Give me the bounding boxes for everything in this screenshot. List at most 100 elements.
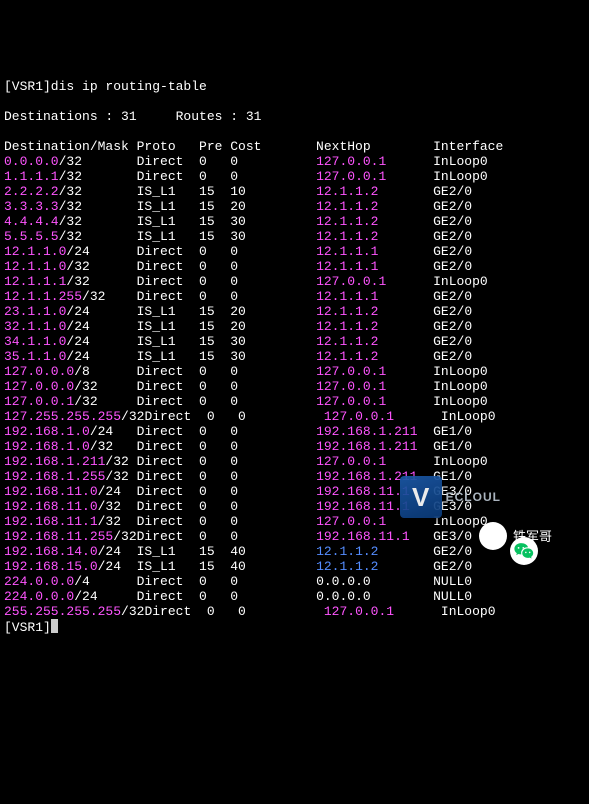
route-row: 192.168.11.0/32 Direct 0 0 192.168.11.1 … <box>4 499 589 514</box>
dest-ip: 127.0.0.0 <box>4 379 74 394</box>
dest-mask: /24 <box>90 424 113 439</box>
route-row: 35.1.1.0/24 IS_L1 15 30 12.1.1.2 GE2/0 <box>4 349 589 364</box>
dest-mask: /4 <box>74 574 90 589</box>
route-row: 127.0.0.0/8 Direct 0 0 127.0.0.1 InLoop0 <box>4 364 589 379</box>
cursor <box>51 619 58 633</box>
dest-ip: 5.5.5.5 <box>4 229 59 244</box>
route-row: 34.1.1.0/24 IS_L1 15 30 12.1.1.2 GE2/0 <box>4 334 589 349</box>
dest-ip: 255.255.255.255 <box>4 604 121 619</box>
dest-mask: /32 <box>82 289 105 304</box>
dest-mask: /32 <box>121 604 144 619</box>
route-row: 224.0.0.0/24 Direct 0 0 0.0.0.0 NULL0 <box>4 589 589 604</box>
route-row: 192.168.1.211/32 Direct 0 0 127.0.0.1 In… <box>4 454 589 469</box>
nexthop: 127.0.0.1 <box>316 379 386 394</box>
nexthop: 12.1.1.2 <box>316 199 378 214</box>
dest-mask: /32 <box>59 184 82 199</box>
command-line: [VSR1]dis ip routing-table <box>4 79 589 94</box>
nexthop: 12.1.1.1 <box>316 289 378 304</box>
route-row: 224.0.0.0/4 Direct 0 0 0.0.0.0 NULL0 <box>4 574 589 589</box>
dest-mask: /32 <box>98 514 121 529</box>
route-row: 192.168.11.1/32 Direct 0 0 127.0.0.1 InL… <box>4 514 589 529</box>
nexthop: 127.0.0.1 <box>316 169 386 184</box>
route-row: 192.168.1.0/24 Direct 0 0 192.168.1.211 … <box>4 424 589 439</box>
dest-mask: /24 <box>98 484 121 499</box>
dest-mask: /32 <box>59 214 82 229</box>
dest-ip: 192.168.1.0 <box>4 424 90 439</box>
route-row: 1.1.1.1/32 Direct 0 0 127.0.0.1 InLoop0 <box>4 169 589 184</box>
nexthop: 127.0.0.1 <box>324 604 394 619</box>
blank-line <box>4 94 589 109</box>
nexthop: 12.1.1.2 <box>316 559 378 574</box>
nexthop: 12.1.1.2 <box>316 319 378 334</box>
dest-ip: 23.1.1.0 <box>4 304 66 319</box>
dest-mask: /24 <box>66 244 89 259</box>
nexthop: 12.1.1.2 <box>316 334 378 349</box>
dest-mask: /24 <box>66 319 89 334</box>
dest-ip: 192.168.14.0 <box>4 544 98 559</box>
dest-mask: /24 <box>74 589 97 604</box>
nexthop: 12.1.1.2 <box>316 214 378 229</box>
dest-mask: /8 <box>74 364 90 379</box>
route-row: 32.1.1.0/24 IS_L1 15 20 12.1.1.2 GE2/0 <box>4 319 589 334</box>
dest-ip: 192.168.11.0 <box>4 499 98 514</box>
nexthop: 192.168.11.1 <box>316 484 410 499</box>
dest-ip: 12.1.1.255 <box>4 289 82 304</box>
dest-mask: /32 <box>105 469 128 484</box>
dest-mask: /32 <box>121 409 144 424</box>
dest-mask: /32 <box>59 229 82 244</box>
nexthop: 12.1.1.1 <box>316 244 378 259</box>
table-header: Destination/Mask Proto Pre Cost NextHop … <box>4 139 589 154</box>
dest-ip: 224.0.0.0 <box>4 574 74 589</box>
route-row: 192.168.14.0/24 IS_L1 15 40 12.1.1.2 GE2… <box>4 544 589 559</box>
route-row: 192.168.11.255/32Direct 0 0 192.168.11.1… <box>4 529 589 544</box>
dest-mask: /32 <box>59 199 82 214</box>
route-row: 127.255.255.255/32Direct 0 0 127.0.0.1 I… <box>4 409 589 424</box>
dest-mask: /32 <box>74 394 97 409</box>
prompt-line[interactable]: [VSR1] <box>4 619 589 635</box>
route-row: 192.168.15.0/24 IS_L1 15 40 12.1.1.2 GE2… <box>4 559 589 574</box>
nexthop: 0.0.0.0 <box>316 589 371 604</box>
nexthop: 12.1.1.1 <box>316 259 378 274</box>
terminal-output: { "prompt_prefix": "[VSR1]", "command": … <box>4 19 589 725</box>
route-row: 3.3.3.3/32 IS_L1 15 20 12.1.1.2 GE2/0 <box>4 199 589 214</box>
route-row: 192.168.11.0/24 Direct 0 0 192.168.11.1 … <box>4 484 589 499</box>
nexthop: 12.1.1.2 <box>316 184 378 199</box>
dest-ip: 192.168.1.211 <box>4 454 105 469</box>
route-row: 12.1.1.1/32 Direct 0 0 127.0.0.1 InLoop0 <box>4 274 589 289</box>
dest-ip: 127.0.0.1 <box>4 394 74 409</box>
dest-ip: 192.168.11.0 <box>4 484 98 499</box>
route-row: 23.1.1.0/24 IS_L1 15 20 12.1.1.2 GE2/0 <box>4 304 589 319</box>
nexthop: 127.0.0.1 <box>316 154 386 169</box>
route-row: 255.255.255.255/32Direct 0 0 127.0.0.1 I… <box>4 604 589 619</box>
dest-ip: 12.1.1.0 <box>4 259 66 274</box>
summary-line: Destinations : 31 Routes : 31 <box>4 109 589 124</box>
dest-ip: 12.1.1.1 <box>4 274 66 289</box>
nexthop: 192.168.1.211 <box>316 469 417 484</box>
dest-ip: 12.1.1.0 <box>4 244 66 259</box>
dest-mask: /24 <box>98 544 121 559</box>
dest-ip: 192.168.1.0 <box>4 439 90 454</box>
dest-ip: 127.0.0.0 <box>4 364 74 379</box>
dest-ip: 127.255.255.255 <box>4 409 121 424</box>
dest-mask: /32 <box>98 499 121 514</box>
route-row: 12.1.1.255/32 Direct 0 0 12.1.1.1 GE2/0 <box>4 289 589 304</box>
nexthop: 0.0.0.0 <box>316 574 371 589</box>
dest-mask: /32 <box>66 259 89 274</box>
dest-ip: 4.4.4.4 <box>4 214 59 229</box>
blank-line <box>4 124 589 139</box>
nexthop: 127.0.0.1 <box>316 274 386 289</box>
route-row: 192.168.1.255/32 Direct 0 0 192.168.1.21… <box>4 469 589 484</box>
dest-ip: 192.168.1.255 <box>4 469 105 484</box>
dest-mask: /32 <box>90 439 113 454</box>
dest-ip: 224.0.0.0 <box>4 589 74 604</box>
route-row: 12.1.1.0/24 Direct 0 0 12.1.1.1 GE2/0 <box>4 244 589 259</box>
nexthop: 12.1.1.2 <box>316 544 378 559</box>
route-row: 4.4.4.4/32 IS_L1 15 30 12.1.1.2 GE2/0 <box>4 214 589 229</box>
dest-ip: 192.168.11.1 <box>4 514 98 529</box>
dest-ip: 3.3.3.3 <box>4 199 59 214</box>
dest-mask: /24 <box>66 334 89 349</box>
nexthop: 127.0.0.1 <box>316 454 386 469</box>
nexthop: 127.0.0.1 <box>316 364 386 379</box>
dest-mask: /24 <box>66 304 89 319</box>
nexthop: 192.168.1.211 <box>316 424 417 439</box>
